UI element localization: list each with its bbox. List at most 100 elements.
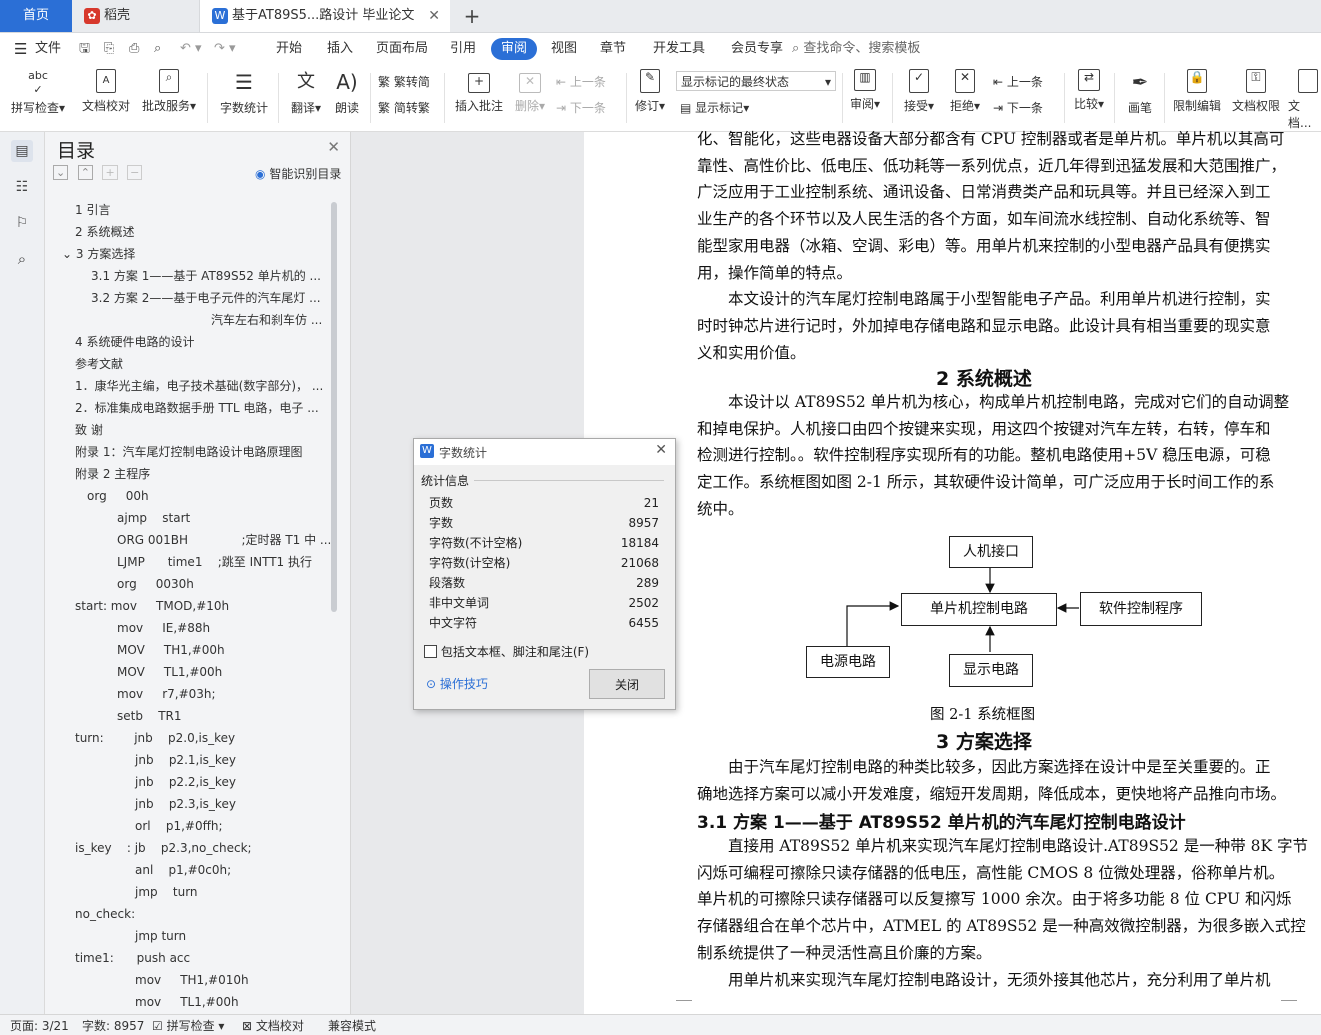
spell-check-toggle[interactable]: ☑ 拼写检查 ▾ xyxy=(152,1017,224,1035)
toc-item[interactable]: org 0030h xyxy=(117,574,194,594)
prev-comment-button[interactable]: ⇤ 上一条 xyxy=(556,72,606,92)
menu-devtools[interactable]: 开发工具 xyxy=(653,33,705,65)
tab-docer[interactable]: ✿ 稻壳 xyxy=(72,0,200,32)
restrict-edit-button[interactable]: 🔒 限制编辑 xyxy=(1170,69,1224,114)
toc-item[interactable]: 3.2 方案 2——基于电子元件的汽车尾灯 ... xyxy=(91,288,321,308)
hamburger-icon[interactable]: ☰ xyxy=(14,33,27,65)
toc-item[interactable]: 附录 2 主程序 xyxy=(75,464,150,484)
revise-button[interactable]: ✎ 修订▾ xyxy=(632,69,668,114)
toc-item[interactable]: is_key : jb p2.3,no_check; xyxy=(75,838,252,858)
doc-permission-button[interactable]: ⚿ 文档权限 xyxy=(1228,69,1284,114)
accept-button[interactable]: ✓ 接受▾ xyxy=(900,69,938,114)
tips-link[interactable]: ⊙ 操作技巧 xyxy=(426,675,488,692)
menu-chapter[interactable]: 章节 xyxy=(600,33,626,65)
navigation-icon[interactable]: ☷ xyxy=(11,176,33,198)
search-icon[interactable]: ⌕ xyxy=(11,248,33,270)
doc-proof-button[interactable]: A 文档校对 xyxy=(78,69,134,114)
pen-button[interactable]: ✒ 画笔 xyxy=(1122,69,1158,116)
word-count-button[interactable]: ☰ 字数统计 xyxy=(218,69,270,116)
doc-more-button[interactable]: 文档... xyxy=(1288,69,1321,131)
toc-item[interactable]: turn: jnb p2.0,is_key xyxy=(75,728,235,748)
close-button[interactable]: 关闭 xyxy=(589,669,665,699)
insert-comment-button[interactable]: + 插入批注 xyxy=(452,69,506,114)
toc-item[interactable]: jnb p2.2,is_key xyxy=(135,772,236,792)
markup-state-select[interactable]: 显示标记的最终状态 ▾ xyxy=(676,71,836,91)
menu-reference[interactable]: 引用 xyxy=(450,33,476,65)
annotate-service-button[interactable]: ⌕ 批改服务▾ xyxy=(139,69,199,114)
toc-item[interactable]: 附录 1：汽车尾灯控制电路设计电路原理图 xyxy=(75,442,302,462)
trad-to-simp-button[interactable]: 繁 繁转简 xyxy=(378,72,430,92)
undo-icon[interactable]: ↶ ▾ xyxy=(180,33,202,65)
toc-item[interactable]: start: mov TMOD,#10h xyxy=(75,596,229,616)
toc-item[interactable]: jmp turn xyxy=(135,882,198,902)
save-icon[interactable]: 🖫 xyxy=(79,33,90,65)
doc-proof-toggle[interactable]: ⊠ 文档校对 xyxy=(242,1017,304,1035)
reject-button[interactable]: ✕ 拒绝▾ xyxy=(946,69,984,114)
next-revision-button[interactable]: ⇥ 下一条 xyxy=(993,98,1043,118)
redo-icon[interactable]: ↷ ▾ xyxy=(214,33,236,65)
toc-item[interactable]: ORG 001BH ;定时器 T1 中 ... xyxy=(117,530,331,550)
toc-item[interactable]: MOV TL1,#00h xyxy=(117,662,222,682)
toc-icon[interactable]: ▤ xyxy=(11,140,33,162)
new-tab-button[interactable]: + xyxy=(460,0,484,32)
toc-item[interactable]: no_check: xyxy=(75,904,135,924)
toc-item[interactable]: mov r7,#03h; xyxy=(117,684,216,704)
add-heading-icon[interactable]: + xyxy=(102,165,118,180)
delete-comment-button[interactable]: ✕ 删除▾ xyxy=(510,69,550,114)
show-markup-button[interactable]: ▤ 显示标记▾ xyxy=(680,98,749,118)
toc-item[interactable]: time1: push acc xyxy=(75,948,190,968)
toc-item[interactable]: orl p1,#0ffh; xyxy=(135,816,223,836)
document-page[interactable]: 化、智能化，这些电器设备大部分都含有 CPU 控制器或者是单片机。单片机以其高可… xyxy=(584,130,1321,1014)
menu-file[interactable]: 文件 xyxy=(35,33,61,65)
chevron-down-icon[interactable]: ⌄ xyxy=(62,247,76,261)
toc-scrollbar[interactable] xyxy=(331,202,337,612)
menu-home[interactable]: 开始 xyxy=(276,33,302,65)
checkbox-box[interactable] xyxy=(424,645,437,658)
prev-revision-button[interactable]: ⇤ 上一条 xyxy=(993,72,1043,92)
collapse-all-icon[interactable]: ⌄ xyxy=(53,165,69,180)
read-aloud-button[interactable]: A) 朗读 xyxy=(330,69,364,116)
next-comment-button[interactable]: ⇥ 下一条 xyxy=(556,98,606,118)
expand-all-icon[interactable]: ⌃ xyxy=(77,165,93,180)
toc-item[interactable]: mov TL1,#00h xyxy=(135,992,239,1012)
menu-layout[interactable]: 页面布局 xyxy=(376,33,428,65)
toc-item[interactable]: MOV TH1,#00h xyxy=(117,640,225,660)
toc-item[interactable]: LJMP time1 ;跳至 INTT1 执行 xyxy=(117,552,312,572)
menu-review[interactable]: 审阅 xyxy=(491,38,538,60)
toc-item[interactable]: 3.1 方案 1——基于 AT89S52 单片机的 ... xyxy=(91,266,321,286)
toc-item[interactable]: ⌄ 3 方案选择 xyxy=(62,244,135,264)
tab-home[interactable]: 首页 xyxy=(0,0,72,32)
export-icon[interactable]: ⎘ xyxy=(104,33,114,65)
include-textbox-checkbox[interactable]: 包括文本框、脚注和尾注(F) xyxy=(424,643,589,660)
toc-item[interactable]: setb TR1 xyxy=(117,706,182,726)
dialog-titlebar[interactable]: W 字数统计 ✕ xyxy=(414,439,675,465)
spell-check-button[interactable]: abc ✓ 拼写检查▾ xyxy=(10,69,66,116)
toc-item[interactable]: jnb p2.1,is_key xyxy=(135,750,236,770)
toc-item[interactable]: ajmp start xyxy=(117,508,190,528)
review-pane-button[interactable]: ▥ 审阅▾ xyxy=(846,69,884,112)
toc-item[interactable]: 2 系统概述 xyxy=(75,222,134,242)
toc-item[interactable]: jnb p2.3,is_key xyxy=(135,794,236,814)
tab-document[interactable]: W 基于AT89S5...路设计 毕业论文 ✕ xyxy=(200,0,450,32)
toc-item[interactable]: mov IE,#88h xyxy=(117,618,210,638)
toc-item[interactable]: mov TH1,#010h xyxy=(135,970,249,990)
menu-member[interactable]: 会员专享 xyxy=(731,33,783,65)
toc-item[interactable]: jmp turn xyxy=(135,926,186,946)
smart-toc-button[interactable]: ◉ 智能识别目录 xyxy=(255,165,341,182)
page-indicator[interactable]: 页面: 3/21 xyxy=(10,1017,69,1035)
toc-item[interactable]: org 00h xyxy=(87,486,149,506)
translate-button[interactable]: 文 翻译▾ xyxy=(286,69,326,116)
bookmark-icon[interactable]: ⚐ xyxy=(11,212,33,234)
remove-heading-icon[interactable]: − xyxy=(127,165,143,180)
menu-insert[interactable]: 插入 xyxy=(327,33,353,65)
close-icon[interactable]: ✕ xyxy=(327,138,340,156)
menu-view[interactable]: 视图 xyxy=(551,33,577,65)
close-icon[interactable]: ✕ xyxy=(428,0,440,32)
toc-item[interactable]: 致 谢 xyxy=(75,420,103,440)
toc-item[interactable]: 2．标准集成电路数据手册 TTL 电路，电子 ... xyxy=(75,398,319,418)
close-icon[interactable]: ✕ xyxy=(655,442,667,458)
toc-item[interactable]: anl p1,#0c0h; xyxy=(135,860,231,880)
compare-button[interactable]: ⇄ 比较▾ xyxy=(1070,69,1108,112)
toc-item[interactable]: 4 系统硬件电路的设计 xyxy=(75,332,194,352)
toc-item[interactable]: 1 引言 xyxy=(75,200,110,220)
